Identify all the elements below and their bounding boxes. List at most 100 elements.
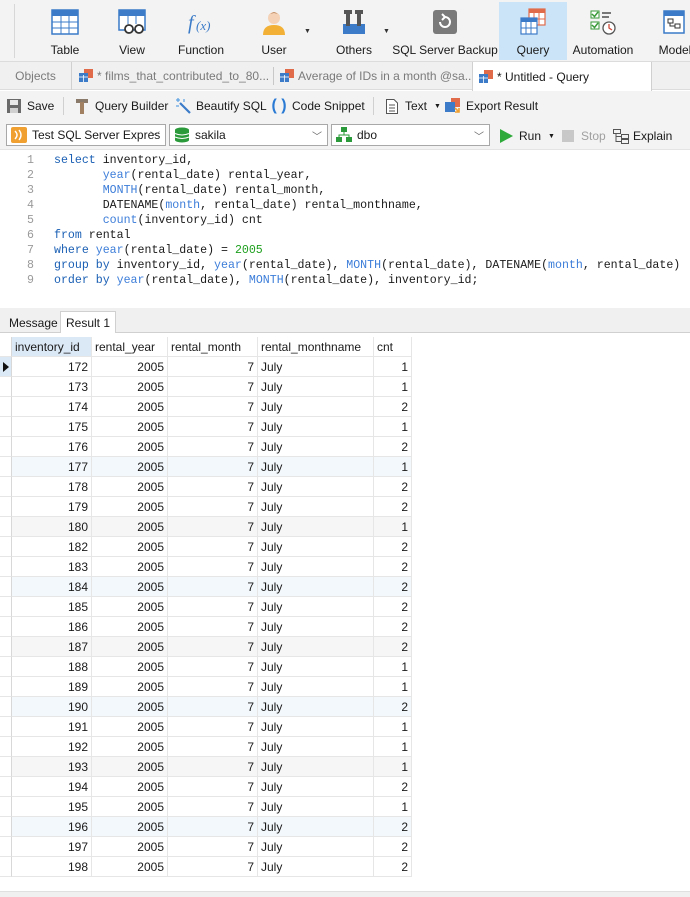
table-row[interactable]: 195 2005 7 July 1 bbox=[0, 797, 412, 817]
schema-select[interactable]: dbo ﹀ bbox=[331, 124, 490, 146]
tab-objects[interactable]: Objects bbox=[0, 62, 72, 90]
cell-cnt[interactable]: 1 bbox=[374, 457, 412, 477]
cell-rental-year[interactable]: 2005 bbox=[92, 497, 168, 517]
cell-rental-year[interactable]: 2005 bbox=[92, 477, 168, 497]
row-indicator[interactable] bbox=[0, 477, 12, 497]
beautify-sql-button[interactable]: Beautify SQL bbox=[175, 96, 267, 116]
user-dropdown-caret-icon[interactable]: ▼ bbox=[304, 28, 311, 35]
cell-inventory-id[interactable]: 175 bbox=[12, 417, 92, 437]
row-indicator[interactable] bbox=[0, 357, 12, 377]
ribbon-others-button[interactable]: Others bbox=[334, 2, 374, 60]
cell-rental-year[interactable]: 2005 bbox=[92, 557, 168, 577]
cell-inventory-id[interactable]: 173 bbox=[12, 377, 92, 397]
cell-rental-year[interactable]: 2005 bbox=[92, 537, 168, 557]
cell-inventory-id[interactable]: 189 bbox=[12, 677, 92, 697]
cell-inventory-id[interactable]: 182 bbox=[12, 537, 92, 557]
cell-inventory-id[interactable]: 178 bbox=[12, 477, 92, 497]
cell-rental-year[interactable]: 2005 bbox=[92, 657, 168, 677]
cell-cnt[interactable]: 2 bbox=[374, 697, 412, 717]
cell-rental-monthname[interactable]: July bbox=[258, 697, 374, 717]
table-row[interactable]: 196 2005 7 July 2 bbox=[0, 817, 412, 837]
cell-rental-month[interactable]: 7 bbox=[168, 537, 258, 557]
table-row[interactable]: 184 2005 7 July 2 bbox=[0, 577, 412, 597]
cell-rental-year[interactable]: 2005 bbox=[92, 697, 168, 717]
row-indicator[interactable] bbox=[0, 857, 12, 877]
row-indicator[interactable] bbox=[0, 437, 12, 457]
cell-rental-monthname[interactable]: July bbox=[258, 617, 374, 637]
cell-cnt[interactable]: 2 bbox=[374, 777, 412, 797]
cell-inventory-id[interactable]: 196 bbox=[12, 817, 92, 837]
row-indicator[interactable] bbox=[0, 557, 12, 577]
cell-cnt[interactable]: 2 bbox=[374, 497, 412, 517]
cell-rental-year[interactable]: 2005 bbox=[92, 837, 168, 857]
table-row[interactable]: 190 2005 7 July 2 bbox=[0, 697, 412, 717]
cell-rental-month[interactable]: 7 bbox=[168, 437, 258, 457]
run-button[interactable]: Run ▼ bbox=[500, 126, 555, 146]
table-row[interactable]: 173 2005 7 July 1 bbox=[0, 377, 412, 397]
cell-rental-monthname[interactable]: July bbox=[258, 597, 374, 617]
cell-rental-month[interactable]: 7 bbox=[168, 597, 258, 617]
cell-cnt[interactable]: 2 bbox=[374, 437, 412, 457]
cell-rental-monthname[interactable]: July bbox=[258, 577, 374, 597]
cell-rental-monthname[interactable]: July bbox=[258, 497, 374, 517]
cell-rental-monthname[interactable]: July bbox=[258, 637, 374, 657]
cell-rental-year[interactable]: 2005 bbox=[92, 357, 168, 377]
cell-cnt[interactable]: 2 bbox=[374, 577, 412, 597]
server-select[interactable]: Test SQL Server Expres ﹀ bbox=[6, 124, 166, 146]
others-dropdown-caret-icon[interactable]: ▼ bbox=[383, 28, 390, 35]
row-indicator[interactable] bbox=[0, 717, 12, 737]
row-indicator[interactable] bbox=[0, 457, 12, 477]
cell-cnt[interactable]: 1 bbox=[374, 357, 412, 377]
cell-rental-year[interactable]: 2005 bbox=[92, 417, 168, 437]
explain-button[interactable]: Explain bbox=[613, 126, 672, 146]
cell-inventory-id[interactable]: 197 bbox=[12, 837, 92, 857]
table-row[interactable]: 188 2005 7 July 1 bbox=[0, 657, 412, 677]
table-row[interactable]: 198 2005 7 July 2 bbox=[0, 857, 412, 877]
cell-rental-month[interactable]: 7 bbox=[168, 717, 258, 737]
cell-rental-monthname[interactable]: July bbox=[258, 657, 374, 677]
cell-cnt[interactable]: 1 bbox=[374, 677, 412, 697]
cell-rental-year[interactable]: 2005 bbox=[92, 777, 168, 797]
row-indicator[interactable] bbox=[0, 517, 12, 537]
cell-inventory-id[interactable]: 188 bbox=[12, 657, 92, 677]
cell-cnt[interactable]: 2 bbox=[374, 837, 412, 857]
row-indicator[interactable] bbox=[0, 737, 12, 757]
tab-untitled-query[interactable]: * Untitled - Query bbox=[472, 62, 652, 91]
cell-rental-monthname[interactable]: July bbox=[258, 457, 374, 477]
table-row[interactable]: 191 2005 7 July 1 bbox=[0, 717, 412, 737]
cell-rental-year[interactable]: 2005 bbox=[92, 377, 168, 397]
table-row[interactable]: 183 2005 7 July 2 bbox=[0, 557, 412, 577]
cell-rental-monthname[interactable]: July bbox=[258, 357, 374, 377]
table-row[interactable]: 182 2005 7 July 2 bbox=[0, 537, 412, 557]
cell-rental-monthname[interactable]: July bbox=[258, 517, 374, 537]
cell-rental-monthname[interactable]: July bbox=[258, 737, 374, 757]
cell-inventory-id[interactable]: 172 bbox=[12, 357, 92, 377]
cell-inventory-id[interactable]: 184 bbox=[12, 577, 92, 597]
code-snippet-button[interactable]: ( ) Code Snippet bbox=[271, 96, 364, 116]
ribbon-backup-button[interactable]: SQL Server Backup bbox=[392, 2, 498, 60]
cell-rental-year[interactable]: 2005 bbox=[92, 637, 168, 657]
cell-cnt[interactable]: 2 bbox=[374, 637, 412, 657]
cell-rental-monthname[interactable]: July bbox=[258, 857, 374, 877]
cell-rental-year[interactable]: 2005 bbox=[92, 397, 168, 417]
cell-rental-month[interactable]: 7 bbox=[168, 357, 258, 377]
cell-cnt[interactable]: 2 bbox=[374, 817, 412, 837]
cell-rental-year[interactable]: 2005 bbox=[92, 677, 168, 697]
cell-rental-month[interactable]: 7 bbox=[168, 417, 258, 437]
ribbon-function-button[interactable]: f (x) Function bbox=[172, 2, 230, 60]
export-result-button[interactable]: Export Result bbox=[445, 96, 538, 116]
cell-rental-month[interactable]: 7 bbox=[168, 617, 258, 637]
ribbon-user-button[interactable]: User bbox=[254, 2, 294, 60]
cell-rental-monthname[interactable]: July bbox=[258, 717, 374, 737]
table-row[interactable]: 176 2005 7 July 2 bbox=[0, 437, 412, 457]
table-row[interactable]: 174 2005 7 July 2 bbox=[0, 397, 412, 417]
cell-rental-month[interactable]: 7 bbox=[168, 557, 258, 577]
cell-cnt[interactable]: 2 bbox=[374, 477, 412, 497]
cell-rental-year[interactable]: 2005 bbox=[92, 577, 168, 597]
table-row[interactable]: 194 2005 7 July 2 bbox=[0, 777, 412, 797]
row-indicator[interactable] bbox=[0, 637, 12, 657]
row-indicator[interactable] bbox=[0, 397, 12, 417]
row-indicator[interactable] bbox=[0, 757, 12, 777]
cell-rental-year[interactable]: 2005 bbox=[92, 517, 168, 537]
cell-rental-month[interactable]: 7 bbox=[168, 497, 258, 517]
